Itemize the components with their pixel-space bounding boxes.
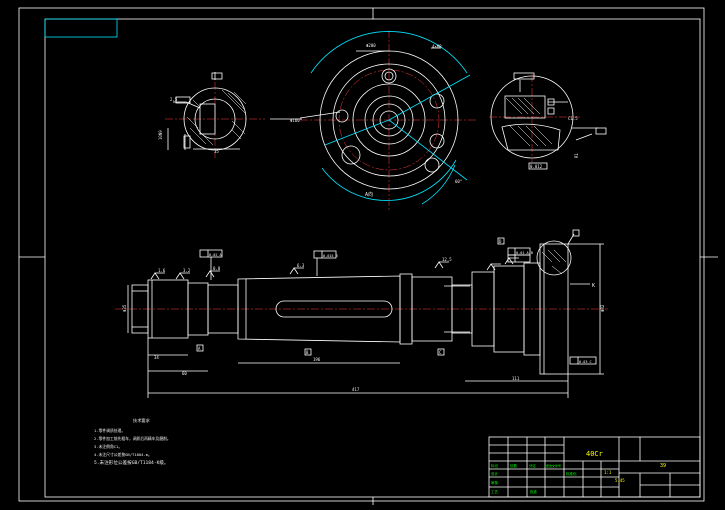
tolerance-2: 0.015 B (323, 254, 338, 258)
dim-total-length: 417 (352, 387, 360, 392)
tech-req-item-1: 1.零件调质处理。 (94, 428, 125, 433)
row-label-3: 分区 (529, 463, 537, 468)
design-label-1: 设计 (491, 471, 499, 476)
row-label-4: 更改文件号 (546, 463, 561, 468)
tolerance-4: 0.03 C (579, 360, 592, 364)
dim-shaft-length: 196 (313, 357, 321, 362)
scale-value: 1:1 (604, 470, 612, 475)
dim-diameter-left: Φ35 (122, 304, 127, 312)
tech-req-title: 技术要求 (133, 417, 151, 424)
svg-text:4×M8: 4×M8 (432, 44, 442, 49)
view-label-a: A向 (365, 191, 373, 198)
drawing-code-box (44, 18, 118, 38)
inner-border (44, 18, 701, 498)
detail-view-k: C1.5 R1 0.012 (489, 72, 607, 170)
sheet-number: 39 (660, 463, 666, 469)
tolerance-3: 0.01 A-B (516, 251, 533, 255)
roughness-3: 0.8 (213, 266, 221, 271)
svg-text:2.5: 2.5 (170, 97, 178, 102)
design-label-5: 批准 (530, 489, 538, 494)
flange-view: 4×M8 Φ200 Φ160 60° A向 (270, 30, 478, 210)
design-label-4: 标准化 (566, 471, 577, 476)
svg-text:R1: R1 (574, 153, 579, 158)
svg-text:35: 35 (214, 149, 219, 154)
datum-d: D (499, 239, 502, 244)
tolerance-1: 0.02 A (209, 253, 223, 257)
section-label-k: K (592, 283, 595, 289)
section-view-left: 2.5 10N9 35 (158, 72, 265, 158)
material-label: 40Cr (586, 450, 603, 458)
tech-req-item-5: 5.未注形位公差按GB/T1184-K级。 (94, 459, 169, 466)
tech-req-item-3: 3.未注倒角C1。 (94, 444, 122, 449)
dim-diameter-main: Φ82 (600, 304, 605, 312)
row-label-2: 处数 (510, 463, 518, 468)
svg-text:0.012: 0.012 (530, 164, 543, 169)
tech-req-item-2: 2.零件加工前先粗车，调质后再精车及磨削。 (94, 436, 171, 441)
datum-c: C (439, 350, 442, 355)
dim-left-len-2: 60 (182, 371, 187, 376)
design-label-2: 审核 (491, 480, 499, 485)
tech-req-item-4: 4.未注尺寸公差按GB/T1804-m。 (94, 452, 152, 457)
row-label-1: 标记 (491, 463, 499, 468)
title-block: 40Cr 39 1:1 5.45 标记 处数 分区 更改文件号 设计 审核 工艺… (488, 436, 701, 498)
roughness-5: 12.5 (442, 257, 452, 262)
datum-b: B (306, 350, 309, 355)
tech-requirements: 技术要求 1.零件调质处理。 2.零件加工前先粗车，调质后再精车及磨削。 3.未… (94, 417, 171, 466)
weight-value: 5.45 (615, 478, 625, 483)
svg-text:Φ200: Φ200 (366, 43, 376, 48)
svg-text:10N9: 10N9 (158, 130, 163, 140)
roughness-2: 3.2 (183, 268, 191, 273)
roughness-4: 6.3 (297, 263, 305, 268)
shaft-main-view: 417 196 34 60 111 Φ82 Φ35 1.6 3.2 0.8 6.… (115, 229, 608, 398)
cad-drawing: 2.5 10N9 35 4×M8 Φ200 Φ160 60° A向 C1.5 R… (18, 7, 718, 505)
svg-text:C1.5: C1.5 (568, 116, 578, 121)
dim-left-len-1: 34 (154, 355, 159, 360)
datum-a: A (198, 346, 201, 351)
design-label-3: 工艺 (491, 489, 499, 494)
svg-text:Φ160: Φ160 (290, 118, 300, 123)
roughness-1: 1.6 (158, 268, 166, 273)
dim-right-len: 111 (512, 376, 520, 381)
svg-text:60°: 60° (455, 179, 462, 184)
